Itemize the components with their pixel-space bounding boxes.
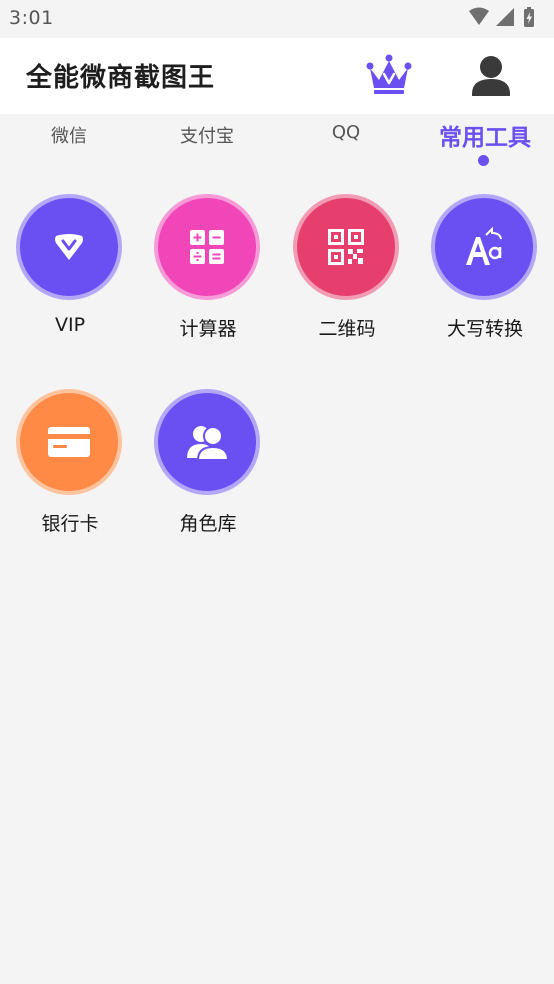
tool-circle — [293, 194, 399, 300]
wifi-icon — [469, 7, 489, 25]
tool-label: 二维码 — [318, 318, 376, 340]
tool-label: 角色库 — [179, 513, 237, 535]
status-time: 3:01 — [9, 7, 54, 29]
tool-label: 银行卡 — [41, 513, 99, 535]
bank-card-icon — [48, 427, 90, 457]
role-library-icon — [187, 426, 229, 461]
tool-role-library[interactable]: 角色库 — [139, 389, 277, 549]
cell-signal-icon — [496, 8, 514, 26]
tool-circle — [431, 194, 537, 300]
status-icons — [469, 7, 534, 27]
vip-crown-button[interactable] — [366, 54, 412, 96]
app-title: 全能微商截图王 — [26, 63, 216, 93]
tab-wechat[interactable]: 微信 — [0, 122, 138, 148]
tool-label: 大写转换 — [446, 318, 523, 340]
qr-code-icon — [328, 229, 364, 265]
tool-circle — [154, 389, 260, 495]
tool-circle — [154, 194, 260, 300]
tool-circle — [16, 194, 122, 300]
category-tabs: 微信 支付宝 QQ 常用工具 — [0, 114, 554, 174]
crown-icon — [366, 54, 412, 94]
tab-qq[interactable]: QQ — [277, 122, 415, 143]
tool-label: VIP — [54, 314, 86, 336]
tool-vip[interactable]: VIP — [1, 194, 139, 354]
vip-diamond-icon — [55, 234, 83, 260]
tool-circle — [16, 389, 122, 495]
tab-common-tools[interactable]: 常用工具 — [416, 118, 554, 152]
tab-alipay[interactable]: 支付宝 — [138, 122, 276, 148]
user-profile-button[interactable] — [469, 54, 513, 98]
user-icon — [472, 56, 510, 96]
tool-qr-code[interactable]: 二维码 — [278, 194, 416, 354]
battery-icon — [524, 7, 534, 27]
tool-label: 计算器 — [179, 318, 237, 340]
app-header: 全能微商截图王 — [0, 38, 554, 114]
tool-bank-card[interactable]: 银行卡 — [1, 389, 139, 549]
tool-case-convert[interactable]: 大写转换 — [416, 194, 554, 354]
calculator-icon — [190, 230, 224, 264]
case-convert-icon — [466, 226, 502, 265]
tool-calculator[interactable]: 计算器 — [139, 194, 277, 354]
active-tab-indicator — [478, 155, 489, 166]
status-bar: 3:01 — [0, 0, 554, 38]
